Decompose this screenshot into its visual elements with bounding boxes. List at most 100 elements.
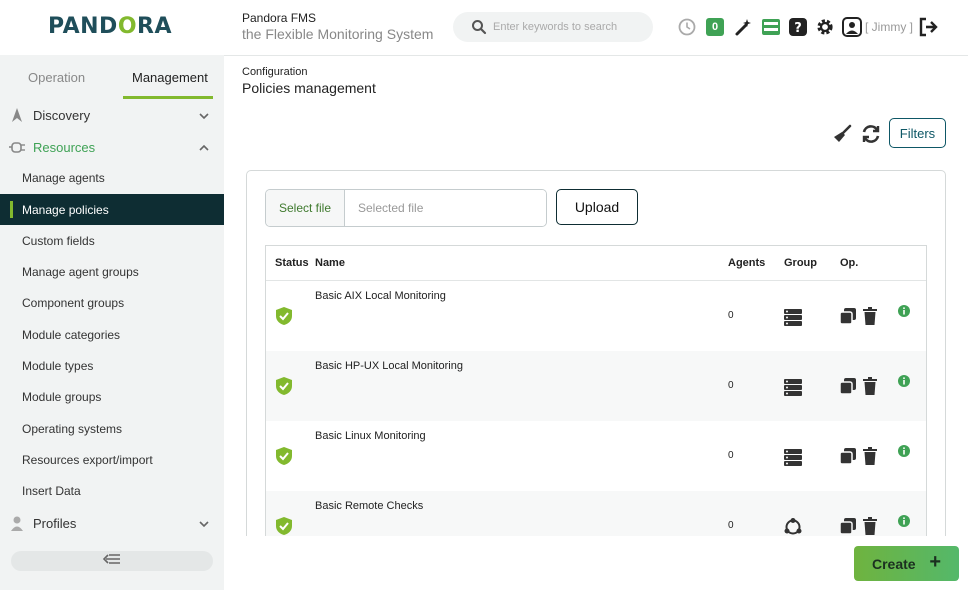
sidebar-item-label: Module groups [22, 389, 102, 404]
sidebar-section-discovery[interactable]: Discovery [0, 100, 224, 130]
table-row: Basic AIX Local Monitoring 0 [266, 281, 926, 351]
breadcrumb[interactable]: Configuration [242, 66, 307, 78]
sidebar-item-component-groups[interactable]: Component groups [0, 287, 224, 318]
refresh-icon[interactable] [860, 123, 882, 145]
logout-icon[interactable] [917, 16, 939, 38]
svg-text:?: ? [794, 21, 802, 36]
column-header-status: Status [275, 257, 309, 269]
policy-name-link[interactable]: Basic AIX Local Monitoring [315, 290, 446, 302]
sidebar-item-custom-fields[interactable]: Custom fields [0, 225, 224, 256]
server-status-icon[interactable] [760, 16, 782, 38]
rocket-icon [9, 107, 25, 123]
sidebar-item-module-types[interactable]: Module types [0, 350, 224, 381]
sidebar-item-label: Insert Data [22, 483, 81, 498]
sidebar-item-label: Module types [22, 358, 94, 373]
active-indicator [10, 201, 13, 218]
tab-management[interactable]: Management [132, 70, 208, 85]
top-header: PANDORA Pandora FMS the Flexible Monitor… [0, 0, 968, 55]
plus-icon: + [929, 551, 941, 573]
duplicate-icon[interactable] [839, 377, 857, 400]
active-tab-indicator [123, 96, 213, 99]
duplicate-icon[interactable] [839, 447, 857, 470]
info-icon[interactable] [898, 514, 910, 532]
history-icon[interactable] [676, 16, 698, 38]
create-button-label: Create [872, 556, 916, 572]
sidebar-item-label: Component groups [22, 295, 125, 310]
sidebar-item-manage-agents[interactable]: Manage agents [0, 162, 224, 193]
sidebar-section-resources[interactable]: Resources [0, 132, 224, 162]
sidebar-item-operating-systems[interactable]: Operating systems [0, 413, 224, 444]
plug-icon [9, 139, 25, 155]
sidebar-item-label: Module categories [22, 327, 121, 342]
sidebar-item-module-categories[interactable]: Module categories [0, 319, 224, 350]
chevron-down-icon [198, 517, 210, 535]
chevron-up-icon [198, 141, 210, 159]
user-icon[interactable] [841, 16, 863, 38]
column-header-name[interactable]: Name [315, 257, 345, 269]
tab-operation[interactable]: Operation [28, 70, 85, 85]
policy-name-link[interactable]: Basic HP-UX Local Monitoring [315, 360, 463, 372]
sidebar-item-label: Resources export/import [22, 452, 153, 467]
column-header-group: Group [784, 257, 817, 269]
sidebar-item-manage-policies[interactable]: Manage policies [0, 194, 224, 225]
sidebar: Operation Management Discovery Resources… [0, 55, 224, 590]
user-icon [9, 515, 25, 531]
brand-title: Pandora FMS [242, 11, 317, 25]
help-icon[interactable]: ? [787, 16, 809, 38]
search-input[interactable] [493, 18, 643, 36]
table-row: Basic Linux Monitoring 0 [266, 421, 926, 491]
sidebar-item-label: Manage agents [22, 170, 105, 185]
duplicate-icon[interactable] [839, 307, 857, 330]
sidebar-section-profiles[interactable]: Profiles [0, 508, 224, 538]
info-icon[interactable] [898, 444, 910, 462]
search-box [453, 12, 653, 42]
sidebar-item-manage-agent-groups[interactable]: Manage agent groups [0, 256, 224, 287]
sidebar-item-label: Custom fields [22, 233, 95, 248]
file-upload-group: Select file [265, 189, 547, 227]
sidebar-item-label: Manage agent groups [22, 264, 139, 279]
info-icon[interactable] [898, 304, 910, 322]
upload-button[interactable]: Upload [556, 189, 638, 225]
sidebar-section-label: Profiles [33, 515, 77, 531]
collapse-sidebar-button[interactable] [11, 551, 213, 571]
notification-badge[interactable]: 0 [706, 18, 724, 36]
user-name[interactable]: [ Jimmy ] [865, 20, 913, 34]
create-button[interactable]: Create + [854, 546, 959, 581]
policy-name-link[interactable]: Basic Remote Checks [315, 500, 423, 512]
trash-icon[interactable] [863, 307, 877, 330]
filters-button[interactable]: Filters [889, 118, 946, 148]
magic-wand-icon[interactable] [733, 16, 755, 38]
sidebar-item-resources-export-import[interactable]: Resources export/import [0, 444, 224, 475]
status-ok-icon [275, 376, 293, 401]
pandora-logo[interactable]: PANDORA [48, 14, 172, 39]
select-file-button[interactable]: Select file [266, 190, 345, 226]
selected-file-field[interactable] [346, 190, 546, 226]
sidebar-item-module-groups[interactable]: Module groups [0, 381, 224, 412]
info-icon[interactable] [898, 374, 910, 392]
header-divider [224, 55, 968, 56]
gear-icon[interactable] [814, 16, 836, 38]
status-ok-icon [275, 306, 293, 331]
trash-icon[interactable] [863, 377, 877, 400]
agents-count: 0 [728, 450, 734, 461]
brand-subtitle: the Flexible Monitoring System [242, 26, 434, 42]
table-row: Basic HP-UX Local Monitoring 0 [266, 351, 926, 421]
agents-count: 0 [728, 520, 734, 531]
sidebar-tabs: Operation Management [0, 55, 224, 100]
sidebar-item-label: Manage policies [22, 202, 109, 217]
policy-name-link[interactable]: Basic Linux Monitoring [315, 430, 426, 442]
server-icon [783, 377, 803, 402]
server-icon [783, 307, 803, 332]
search-icon[interactable] [471, 19, 487, 40]
collapse-arrow-icon [102, 552, 121, 570]
sidebar-section-label: Discovery [33, 107, 91, 123]
sidebar-item-label: Operating systems [22, 421, 123, 436]
sidebar-item-insert-data[interactable]: Insert Data [0, 475, 224, 506]
agents-count: 0 [728, 380, 734, 391]
broom-icon[interactable] [831, 123, 853, 145]
server-icon [783, 447, 803, 472]
trash-icon[interactable] [863, 447, 877, 470]
column-header-operations: Op. [840, 257, 859, 269]
agents-count: 0 [728, 310, 734, 321]
chevron-down-icon [198, 109, 210, 127]
